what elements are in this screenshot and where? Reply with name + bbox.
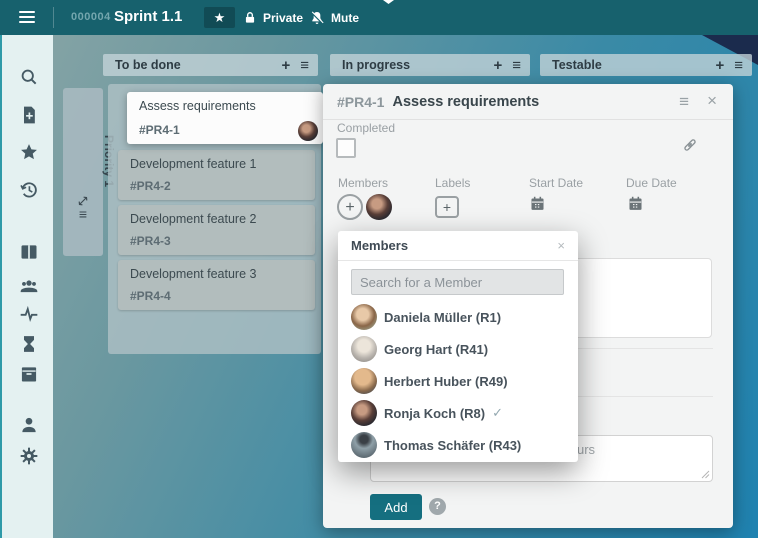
card-title: Assess requirements xyxy=(139,99,311,113)
add-button[interactable]: Add xyxy=(370,494,422,520)
topbar: 000004 Sprint 1.1 ★ Private Mute xyxy=(0,0,758,35)
member-list-item[interactable]: Daniela Müller (R1) xyxy=(338,301,578,333)
comment-placeholder-tail: urs xyxy=(577,442,595,457)
column-menu-icon[interactable]: ≡ xyxy=(734,57,743,74)
menu-icon[interactable] xyxy=(19,11,35,23)
add-card-icon[interactable]: + xyxy=(493,57,502,74)
assigned-member-avatar[interactable] xyxy=(366,194,392,220)
member-name: Daniela Müller (R1) xyxy=(384,310,501,325)
member-avatar xyxy=(351,304,377,330)
start-date-calendar-icon[interactable] xyxy=(529,195,546,212)
lock-icon xyxy=(243,11,257,25)
modal-header: #PR4-1 Assess requirements xyxy=(323,84,733,120)
member-name: Georg Hart (R41) xyxy=(384,342,488,357)
member-list-item[interactable]: Herbert Huber (R49) xyxy=(338,365,578,397)
completed-label: Completed xyxy=(337,121,395,135)
archive-icon[interactable] xyxy=(19,364,39,384)
swimlane-drag-handle[interactable]: ≡ xyxy=(63,206,103,222)
card-title: Development feature 3 xyxy=(130,267,303,281)
card-member-avatar xyxy=(298,121,318,141)
column-header-in-progress: In progress + ≡ xyxy=(330,54,530,76)
members-popup: Members × Daniela Müller (R1) Georg Hart… xyxy=(338,231,578,462)
resize-handle[interactable] xyxy=(701,470,710,479)
card[interactable]: Development feature 3 #PR4-4 xyxy=(118,260,315,310)
column-title: Testable xyxy=(552,58,715,72)
search-icon[interactable] xyxy=(19,67,39,87)
member-search-input[interactable] xyxy=(351,269,564,295)
board-icon[interactable] xyxy=(19,242,39,262)
privacy-label: Private xyxy=(263,11,303,25)
modal-menu-icon[interactable]: ≡ xyxy=(679,92,689,112)
card-id: #PR4-4 xyxy=(130,289,171,303)
add-document-icon[interactable] xyxy=(19,105,39,125)
due-date-label: Due Date xyxy=(626,176,677,190)
column-menu-icon[interactable]: ≡ xyxy=(512,57,521,74)
board-id: 000004 xyxy=(71,11,111,23)
card-id: #PR4-1 xyxy=(139,123,180,137)
bell-slash-icon xyxy=(309,10,325,26)
history-icon[interactable] xyxy=(19,180,39,200)
column-header-testable: Testable + ≡ xyxy=(540,54,752,76)
member-list-item-selected[interactable]: Ronja Koch (R8) ✓ xyxy=(338,397,578,429)
member-avatar xyxy=(351,432,377,458)
hourglass-icon[interactable] xyxy=(19,334,39,354)
member-avatar xyxy=(351,400,377,426)
close-icon[interactable]: × xyxy=(707,91,717,111)
members-popup-header: Members × xyxy=(338,231,578,261)
member-avatar xyxy=(351,336,377,362)
privacy-badge[interactable]: Private xyxy=(243,7,303,28)
labels-label: Labels xyxy=(435,176,470,190)
modal-card-title: Assess requirements xyxy=(392,94,539,110)
card-selected[interactable]: Assess requirements #PR4-1 xyxy=(127,92,323,144)
user-icon[interactable] xyxy=(19,415,39,435)
member-name: Thomas Schäfer (R43) xyxy=(384,438,521,453)
activity-icon[interactable] xyxy=(19,304,39,324)
board-title: Sprint 1.1 xyxy=(114,8,182,25)
link-icon[interactable] xyxy=(681,136,699,154)
mute-toggle[interactable]: Mute xyxy=(309,7,359,28)
member-list-item[interactable]: Georg Hart (R41) xyxy=(338,333,578,365)
team-icon[interactable] xyxy=(19,276,39,296)
card[interactable]: Development feature 1 #PR4-2 xyxy=(118,150,315,200)
members-label: Members xyxy=(338,176,388,190)
due-date-calendar-icon[interactable] xyxy=(627,195,644,212)
star-icon[interactable] xyxy=(19,142,39,162)
app-root: 000004 Sprint 1.1 ★ Private Mute xyxy=(0,0,758,538)
column-menu-icon[interactable]: ≡ xyxy=(300,57,309,74)
help-icon[interactable]: ? xyxy=(429,498,446,515)
card-id: #PR4-3 xyxy=(130,234,171,248)
start-date-label: Start Date xyxy=(529,176,583,190)
card-id: #PR4-2 xyxy=(130,179,171,193)
add-member-button[interactable]: + xyxy=(337,194,363,220)
add-label-button[interactable]: + xyxy=(435,196,459,218)
column-title: In progress xyxy=(342,58,493,72)
member-name: Herbert Huber (R49) xyxy=(384,374,508,389)
swimlane-priority-1: Priority 1 ≡ xyxy=(63,88,103,256)
modal-card-id: #PR4-1 xyxy=(337,94,384,110)
member-avatar xyxy=(351,368,377,394)
tooltip-caret xyxy=(383,0,394,4)
card-title: Development feature 1 xyxy=(130,157,303,171)
add-card-icon[interactable]: + xyxy=(715,57,724,74)
member-list-item[interactable]: Thomas Schäfer (R43) xyxy=(338,429,578,461)
column-title: To be done xyxy=(115,58,281,72)
card[interactable]: Development feature 2 #PR4-3 xyxy=(118,205,315,255)
topbar-divider xyxy=(53,7,54,28)
member-name: Ronja Koch (R8) xyxy=(384,406,485,421)
members-popup-title: Members xyxy=(351,238,557,253)
settings-gear-icon[interactable] xyxy=(19,446,39,466)
add-card-icon[interactable]: + xyxy=(281,57,290,74)
completed-checkbox[interactable] xyxy=(336,138,356,158)
sidebar xyxy=(0,35,53,538)
card-title: Development feature 2 xyxy=(130,212,303,226)
check-icon: ✓ xyxy=(492,405,503,421)
mute-label: Mute xyxy=(331,11,359,25)
star-button[interactable]: ★ xyxy=(204,7,235,28)
close-icon[interactable]: × xyxy=(557,238,565,253)
column-header-to-be-done: To be done + ≡ xyxy=(103,54,318,76)
